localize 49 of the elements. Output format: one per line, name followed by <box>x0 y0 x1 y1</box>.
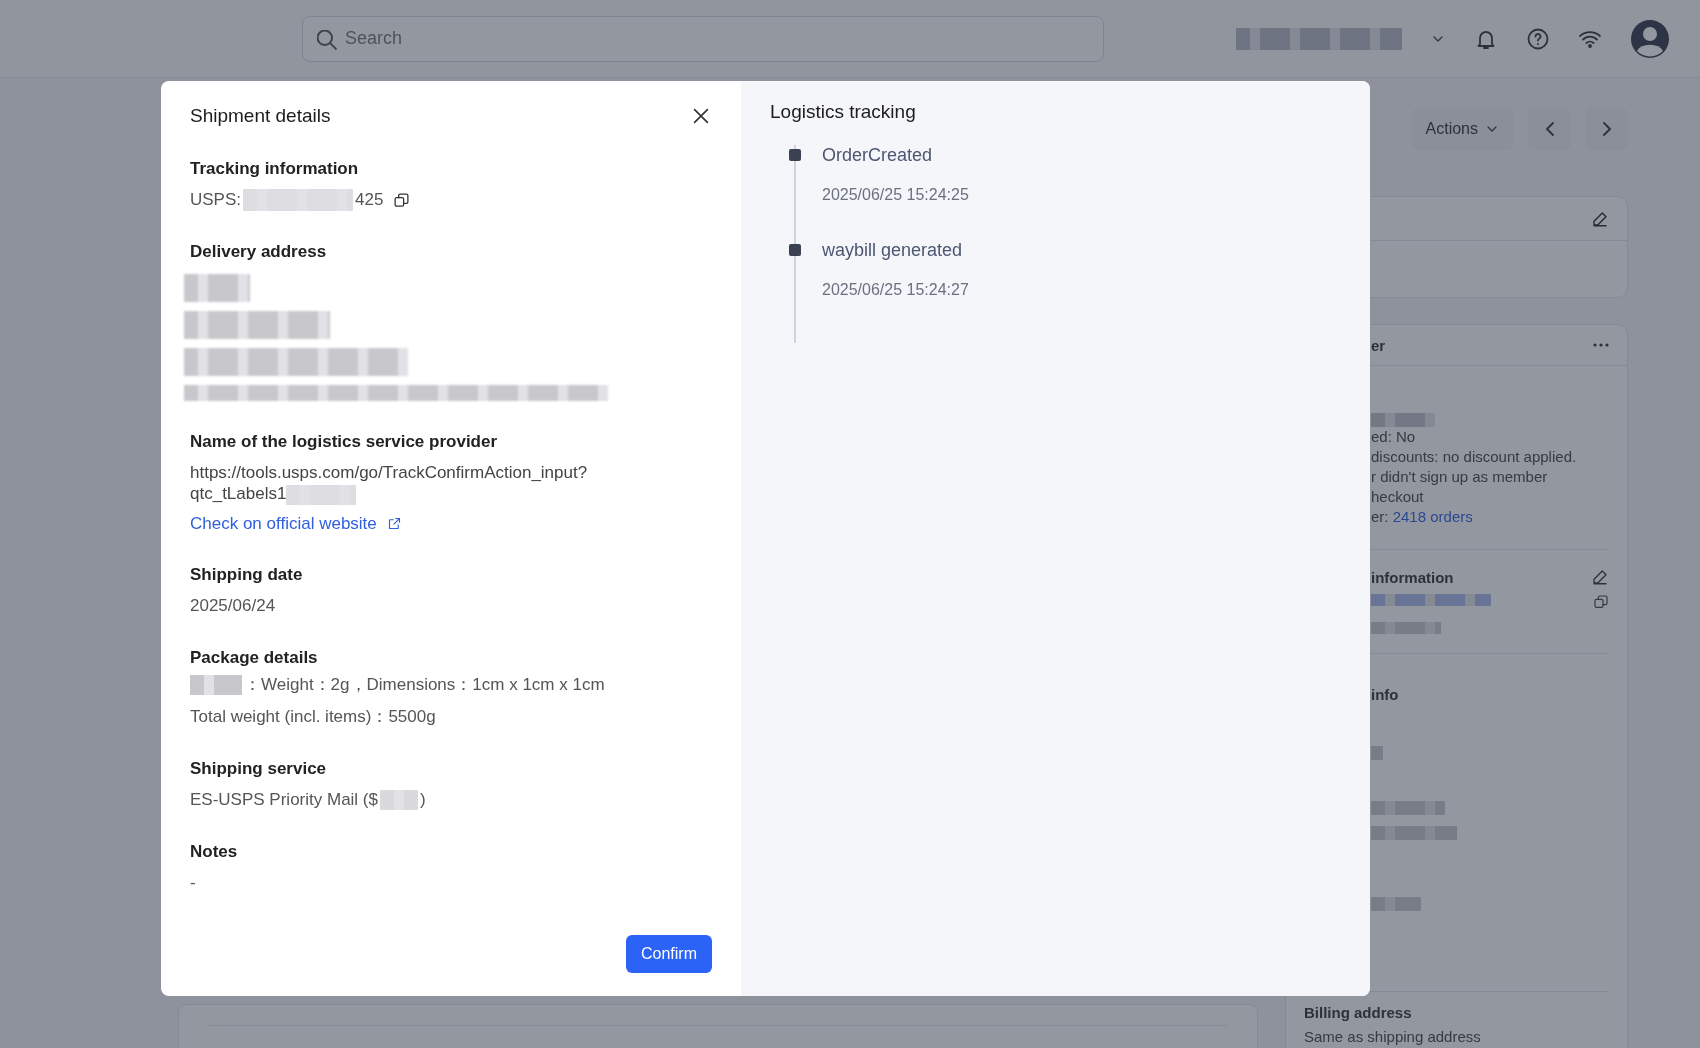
provider-url: https://tools.usps.com/go/TrackConfirmAction_input? qtc_tLabels1 <box>190 462 589 505</box>
previous-button[interactable] <box>1528 108 1571 150</box>
card-section-title: Billing address <box>1304 1004 1413 1022</box>
section-label: Shipping service <box>190 758 328 779</box>
confirm-button[interactable]: Confirm <box>626 935 712 973</box>
section-label: Shipping date <box>190 564 304 585</box>
pencil-icon <box>1591 568 1609 587</box>
customer-detail: discounts: no discount applied. <box>1371 447 1578 468</box>
tracking-number: 425 <box>355 189 384 211</box>
pencil-icon <box>1591 209 1609 228</box>
timeline-marker <box>789 149 801 161</box>
dialog-title: Shipment details <box>190 105 331 127</box>
customer-detail: ed: No <box>1371 427 1417 448</box>
section-label: Tracking information <box>190 159 360 179</box>
panel-title: Logistics tracking <box>770 101 917 123</box>
carrier-label: USPS: <box>190 189 242 211</box>
orders-label: er: <box>1371 508 1390 526</box>
event-time: 2025/06/25 15:24:25 <box>822 186 969 204</box>
next-button[interactable] <box>1585 108 1628 150</box>
card-section-title: info <box>1370 686 1400 704</box>
card-title: er <box>1371 336 1386 354</box>
copy-icon <box>393 191 411 209</box>
event-time: 2025/06/25 15:24:27 <box>822 281 969 299</box>
event-status: waybill generated <box>822 240 964 261</box>
total-weight: Total weight (incl. items)：5500g <box>190 705 437 728</box>
section-value: 2025/06/24 <box>190 594 277 617</box>
section-label: Package details <box>190 647 319 668</box>
timeline-marker <box>789 244 801 256</box>
closing-parenthesis: ) <box>420 788 426 811</box>
help-icon <box>1526 26 1550 51</box>
actions-button[interactable]: Actions <box>1411 108 1514 150</box>
search-field[interactable]: Search <box>302 15 1104 62</box>
event-status: OrderCreated <box>822 145 934 166</box>
section-label: Delivery address <box>190 242 328 262</box>
section-label: Notes <box>190 841 239 862</box>
billing-value: Same as shipping address <box>1304 1027 1482 1048</box>
shipping-service: ES-USPS Priority Mail ($ <box>190 788 378 811</box>
customer-detail: r didn't sign up as member <box>1371 467 1549 488</box>
customer-detail: heckout <box>1371 487 1425 508</box>
external-link-icon <box>386 516 402 531</box>
card-section-title: information <box>1371 568 1454 586</box>
copy-icon <box>1593 594 1609 611</box>
section-label: Name of the logistics service provider <box>190 432 499 452</box>
section-value: - <box>190 871 197 894</box>
more-icon[interactable] <box>1593 343 1609 347</box>
avatar-icon[interactable] <box>1630 18 1670 59</box>
orders-link[interactable]: 2418 orders <box>1392 508 1473 526</box>
package-dimensions: ：Weight：2g，Dimensions：1cm x 1cm x 1cm <box>244 673 605 696</box>
official-website-link[interactable]: Check on official website <box>190 513 402 534</box>
